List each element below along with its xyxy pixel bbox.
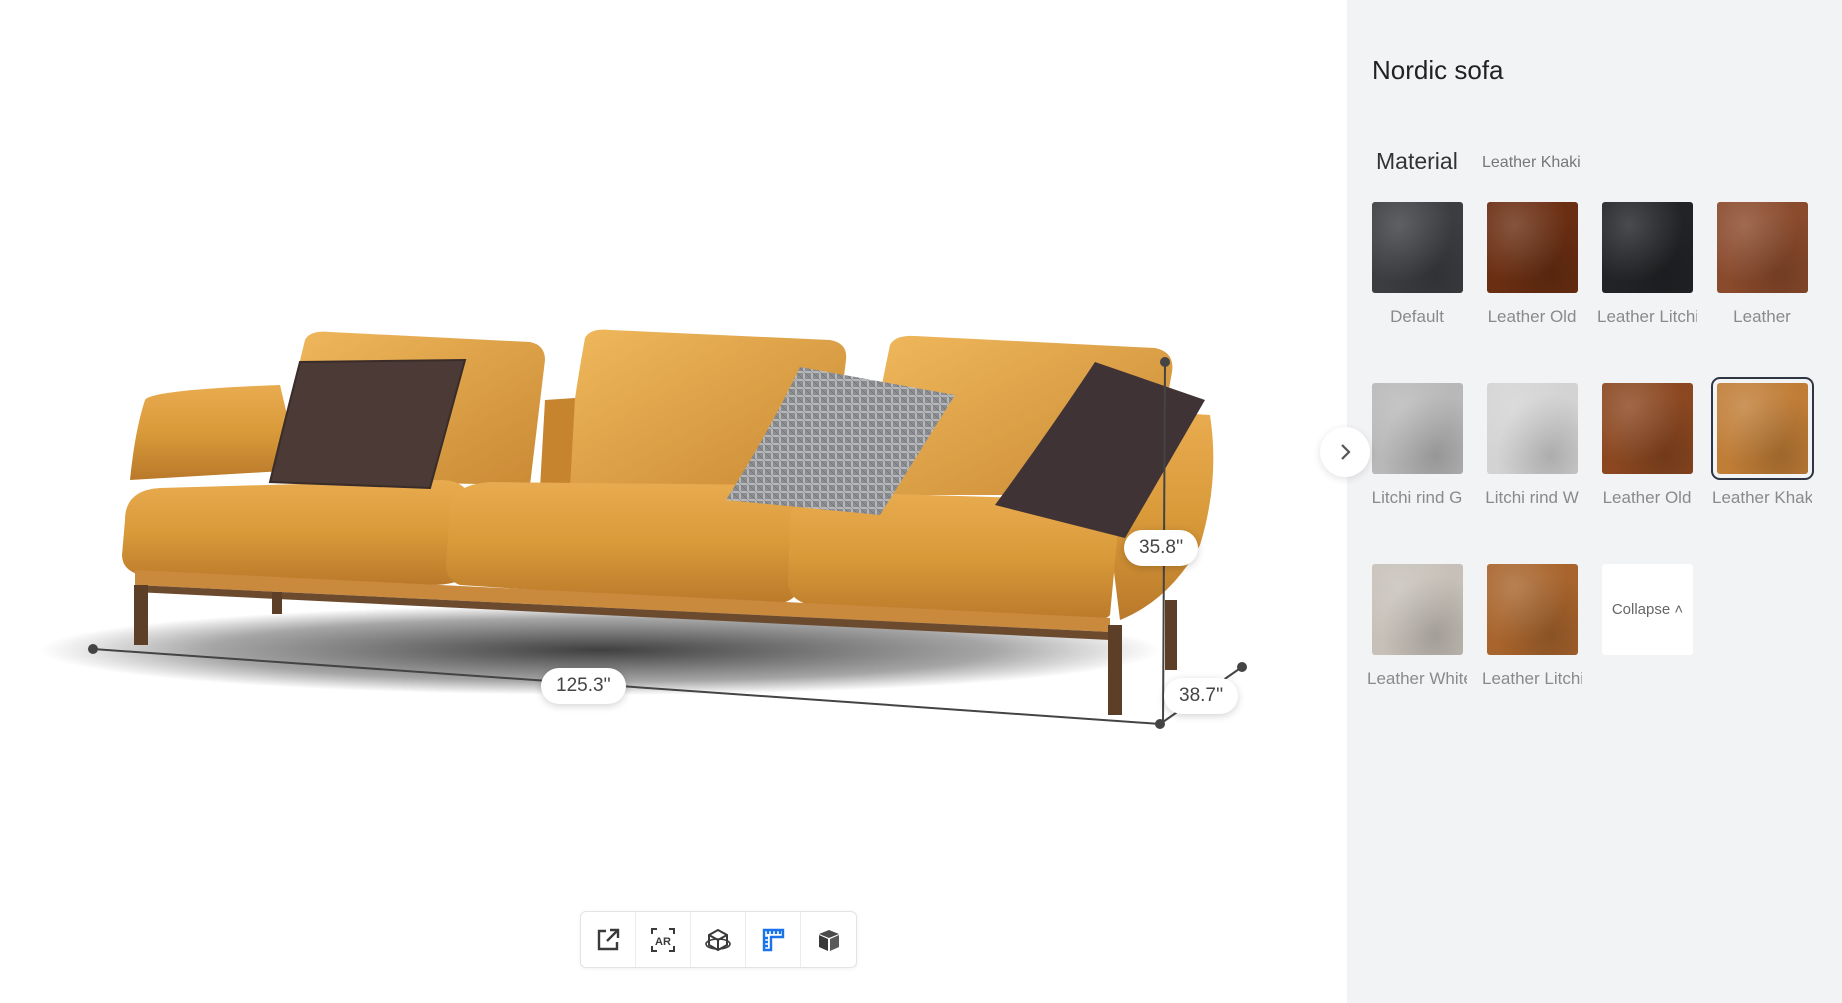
selected-material-name: Leather Khaki: [1482, 154, 1581, 171]
depth-dimension-label: 38.7'': [1164, 678, 1239, 714]
material-heading: Material: [1376, 148, 1458, 174]
share-icon: [597, 928, 620, 950]
swatch-name: Leather Litchi: [1597, 307, 1697, 326]
measure-button[interactable]: [746, 912, 801, 967]
swatch-name: Default: [1390, 307, 1444, 326]
swatch-tile: [1372, 202, 1463, 293]
swatch-name: Leather Litchi: [1482, 669, 1582, 688]
3d-viewer[interactable]: 125.3'' 35.8'' 38.7'' AR: [0, 0, 1347, 1003]
swatch-litchi-rind-white[interactable]: Litchi rind W: [1485, 383, 1579, 508]
3d-view-button[interactable]: [691, 912, 746, 967]
measure-icon: [762, 928, 785, 951]
swatch-leather-old-brown[interactable]: Leather Old: [1602, 383, 1693, 508]
height-dimension-label: 35.8'': [1124, 530, 1199, 566]
swatch-leather[interactable]: Leather: [1717, 202, 1808, 327]
box-icon: [818, 929, 839, 951]
swatch-name: Leather Khaki: [1712, 488, 1812, 507]
product-title: Nordic sofa: [1372, 55, 1504, 85]
swatch-tile: [1487, 564, 1578, 655]
swatch-tile: [1487, 383, 1578, 474]
swatch-leather-litchi-black[interactable]: Leather Litchi: [1597, 202, 1697, 327]
ar-button[interactable]: AR: [636, 912, 691, 967]
swatch-tile: [1711, 377, 1814, 480]
3d-view-icon: [705, 928, 731, 951]
swatch-tile: [1717, 202, 1808, 293]
collapse-button[interactable]: Collapse ˄: [1602, 564, 1693, 655]
toggle-panel-button[interactable]: [1320, 427, 1370, 477]
swatch-tile: [1602, 202, 1693, 293]
swatch-tile: [1487, 202, 1578, 293]
width-dimension-label: 125.3'': [541, 668, 626, 704]
swatch-name: Leather Old: [1487, 307, 1577, 326]
share-button[interactable]: [581, 912, 636, 967]
chevron-right-icon: [1341, 444, 1351, 460]
viewer-toolbar: AR: [580, 911, 857, 968]
swatch-name: Litchi rind G: [1371, 488, 1463, 507]
swatch-leather-white[interactable]: Leather White: [1367, 564, 1467, 689]
ar-icon: AR: [651, 927, 675, 952]
swatch-name: Leather: [1733, 307, 1791, 326]
swatch-name: Leather Old: [1602, 488, 1692, 507]
swatch-leather-litchi-tan[interactable]: Leather Litchi: [1482, 564, 1582, 689]
material-panel: Nordic sofa Material Leather Khaki Defau…: [1347, 0, 1842, 1003]
swatch-tile: [1372, 564, 1463, 655]
swatch-name: Litchi rind W: [1485, 488, 1579, 507]
sofa-model[interactable]: [0, 0, 1347, 1003]
swatch-name: Leather White: [1367, 669, 1467, 688]
swatch-default[interactable]: Default: [1372, 202, 1463, 327]
material-swatch-grid: Default Leather Old Leather Litchi Leath…: [1367, 202, 1814, 689]
svg-text:AR: AR: [655, 936, 671, 948]
swatch-leather-khaki[interactable]: Leather Khaki: [1711, 377, 1814, 508]
swatch-leather-old-dark[interactable]: Leather Old: [1487, 202, 1578, 327]
box-button[interactable]: [801, 912, 856, 967]
swatch-tile: [1372, 383, 1463, 474]
swatch-tile: [1602, 383, 1693, 474]
swatch-litchi-rind-grey[interactable]: Litchi rind G: [1372, 383, 1463, 508]
